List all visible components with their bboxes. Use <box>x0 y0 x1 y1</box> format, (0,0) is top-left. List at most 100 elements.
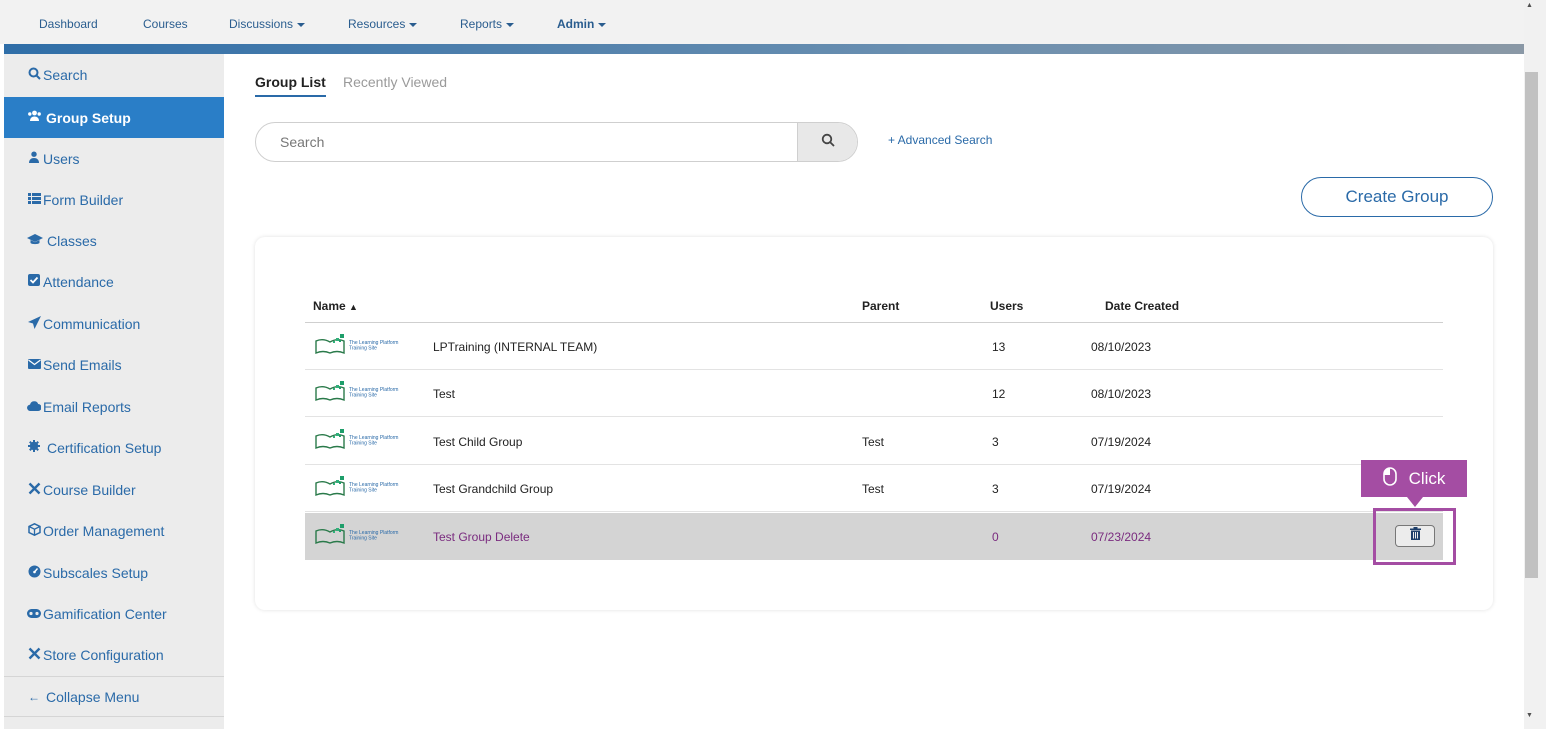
sidebar-item-label: Classes <box>47 232 97 249</box>
sidebar-item-label: Certification Setup <box>47 439 162 456</box>
create-group-button[interactable]: Create Group <box>1301 177 1493 217</box>
nav-admin-label: Admin <box>557 17 595 31</box>
column-header-name[interactable]: Name ▲ <box>313 299 358 313</box>
group-date-created: 07/19/2024 <box>1091 482 1152 496</box>
mouse-icon <box>1382 466 1397 491</box>
graduation-cap-icon <box>27 233 43 248</box>
user-icon <box>27 151 41 166</box>
group-logo: The Learning Platform Training Site <box>315 380 415 402</box>
sidebar-item-label: Order Management <box>43 522 165 539</box>
sidebar-item-subscales-setup[interactable]: Subscales Setup <box>4 552 224 593</box>
group-logo: The Learning Platform Training Site <box>315 475 415 497</box>
caret-down-icon <box>598 22 607 27</box>
sidebar-item-store-configuration[interactable]: Store Configuration <box>4 634 224 675</box>
sidebar-item-label: Form Builder <box>43 191 124 208</box>
list-icon <box>27 192 41 207</box>
nav-dashboard[interactable]: Dashboard <box>39 17 98 31</box>
sidebar-item-order-management[interactable]: Order Management <box>4 510 224 551</box>
table-row[interactable]: The Learning Platform Training Site Test C… <box>305 418 1443 465</box>
sidebar: Search Group Setup Users Form Builder Cl… <box>4 54 224 729</box>
sidebar-item-label: Gamification Center <box>43 605 167 622</box>
nav-courses-label: Courses <box>143 17 188 31</box>
column-header-users[interactable]: Users <box>990 299 1023 313</box>
users-group-icon <box>27 110 41 125</box>
sidebar-item-label: Attendance <box>43 273 114 290</box>
sidebar-item-classes[interactable]: Classes <box>4 220 224 261</box>
sidebar-item-label: Store Configuration <box>43 646 164 663</box>
group-name[interactable]: Test Grandchild Group <box>433 482 553 496</box>
group-logo: The Learning Platform Training Site <box>315 428 415 450</box>
sidebar-item-label: Subscales Setup <box>43 564 149 581</box>
table-row[interactable]: The Learning Platform Training Site Test 12… <box>305 370 1443 417</box>
scrollbar-thumb[interactable] <box>1525 72 1538 578</box>
caret-down-icon <box>409 22 418 27</box>
logo-text-line2: Training Site <box>349 441 377 447</box>
tooltip-label: Click <box>1408 468 1446 488</box>
arrow-left-icon: ← <box>28 689 40 704</box>
group-name[interactable]: Test <box>433 387 455 401</box>
advanced-search-link[interactable]: + Advanced Search <box>888 133 992 147</box>
group-users-count: 3 <box>992 435 999 449</box>
sidebar-item-certification-setup[interactable]: Certification Setup <box>4 427 224 468</box>
tab-recently-viewed[interactable]: Recently Viewed <box>343 74 447 90</box>
dashboard-icon <box>27 565 41 581</box>
sidebar-item-email-reports[interactable]: Email Reports <box>4 386 224 427</box>
nav-resources[interactable]: Resources <box>348 17 418 31</box>
click-tooltip: Click <box>1361 460 1467 507</box>
table-row[interactable]: The Learning Platform Training Site Test G… <box>305 465 1443 512</box>
sidebar-item-users[interactable]: Users <box>4 138 224 179</box>
collapse-menu-button[interactable]: ← Collapse Menu <box>4 676 224 717</box>
group-users-count: 12 <box>992 387 1006 401</box>
search-input[interactable] <box>256 123 801 161</box>
sidebar-item-course-builder[interactable]: Course Builder <box>4 469 224 510</box>
header-accent-bar <box>4 44 1524 54</box>
table-row[interactable]: The Learning Platform Training Site LPTrai… <box>305 323 1443 370</box>
logo-text-line2: Training Site <box>349 536 377 542</box>
group-parent: Test <box>862 435 885 449</box>
sidebar-item-communication[interactable]: Communication <box>4 303 224 344</box>
nav-resources-label: Resources <box>348 17 406 31</box>
gamepad-icon <box>27 607 41 621</box>
group-date-created: 07/23/2024 <box>1091 530 1152 544</box>
scroll-down-icon[interactable]: ▼ <box>1526 712 1533 719</box>
group-date-created: 08/10/2023 <box>1091 387 1152 401</box>
sidebar-item-send-emails[interactable]: Send Emails <box>4 344 224 385</box>
column-header-parent[interactable]: Parent <box>862 299 899 313</box>
table-row[interactable]: The Learning Platform Training Site Test G… <box>305 513 1443 560</box>
logo-text-line2: Training Site <box>349 488 377 494</box>
group-name[interactable]: Test Group Delete <box>433 530 530 544</box>
nav-courses[interactable]: Courses <box>143 17 188 31</box>
nav-discussions-label: Discussions <box>229 17 294 31</box>
group-name[interactable]: Test Child Group <box>433 435 522 449</box>
group-logo: The Learning Platform Training Site <box>315 333 415 355</box>
nav-reports[interactable]: Reports <box>460 17 515 31</box>
group-users-count: 3 <box>992 482 999 496</box>
paper-plane-icon <box>27 315 41 332</box>
scroll-up-icon[interactable]: ▲ <box>1526 2 1533 9</box>
logo-text-line2: Training Site <box>349 346 377 352</box>
search-button[interactable] <box>797 123 857 161</box>
search-icon <box>27 67 41 83</box>
column-header-date-created[interactable]: Date Created <box>1105 299 1179 313</box>
click-highlight-box <box>1373 508 1456 565</box>
sidebar-item-gamification-center[interactable]: Gamification Center <box>4 593 224 634</box>
nav-admin[interactable]: Admin <box>557 17 607 31</box>
logo-text-line2: Training Site <box>349 393 377 399</box>
checkbox-icon <box>27 274 41 289</box>
nav-discussions[interactable]: Discussions <box>229 17 306 31</box>
group-date-created: 08/10/2023 <box>1091 340 1152 354</box>
cloud-icon <box>27 400 42 414</box>
envelope-icon <box>27 358 41 372</box>
search-bar <box>255 122 858 162</box>
nav-dashboard-label: Dashboard <box>39 17 98 31</box>
sidebar-item-attendance[interactable]: Attendance <box>4 261 224 302</box>
group-logo: The Learning Platform Training Site <box>315 523 415 545</box>
sidebar-item-form-builder[interactable]: Form Builder <box>4 179 224 220</box>
sidebar-item-search[interactable]: Search <box>4 54 224 95</box>
sidebar-item-group-setup[interactable]: Group Setup <box>4 97 224 138</box>
group-name[interactable]: LPTraining (INTERNAL TEAM) <box>433 340 597 354</box>
top-navigation: Dashboard Courses Discussions Resources … <box>0 0 1524 44</box>
group-parent: Test <box>862 482 885 496</box>
caret-down-icon <box>297 22 306 27</box>
tab-group-list[interactable]: Group List <box>255 74 326 97</box>
